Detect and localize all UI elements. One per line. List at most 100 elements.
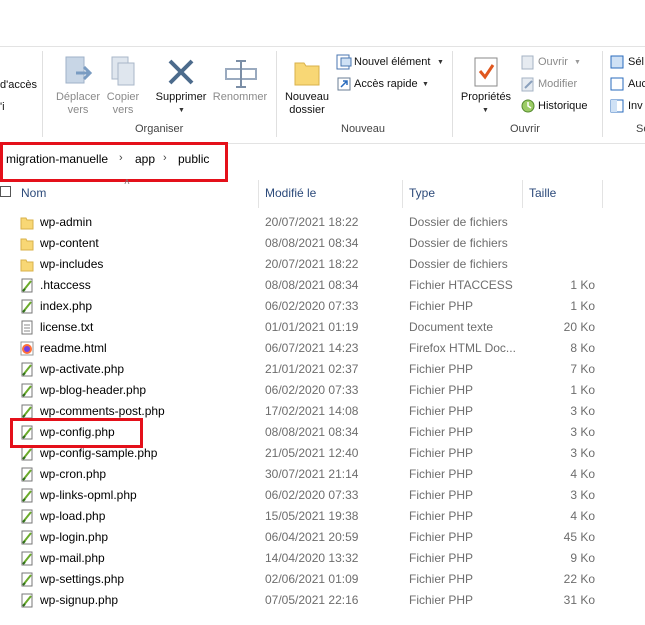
file-row[interactable]: wp-links-opml.php 06/02/2020 07:33 Fichier…: [0, 485, 645, 506]
column-header-modified[interactable]: Modifié le: [265, 186, 316, 200]
file-modified: 06/02/2020 07:33: [265, 299, 359, 313]
deplacer-label-1: Déplacer: [55, 91, 101, 103]
folder-icon: [20, 236, 34, 251]
nouvel-element-button[interactable]: Nouvel élément ▼: [334, 53, 446, 71]
file-size: 1 Ko: [570, 299, 595, 313]
text-file-icon: [20, 320, 34, 335]
column-header-type[interactable]: Type: [409, 186, 435, 200]
file-row[interactable]: wp-login.php 06/04/2021 20:59 Fichier PHP 4…: [0, 527, 645, 548]
ouvrir-group-label: Ouvrir: [510, 123, 540, 135]
file-row[interactable]: wp-cron.php 30/07/2021 21:14 Fichier PHP 4 …: [0, 464, 645, 485]
deplacer-vers-button[interactable]: Déplacer vers: [52, 53, 104, 117]
file-modified: 21/05/2021 12:40: [265, 446, 359, 460]
file-row[interactable]: wp-signup.php 07/05/2021 22:16 Fichier PHP…: [0, 590, 645, 611]
file-type: Document texte: [409, 320, 494, 334]
folder-icon: [20, 215, 34, 230]
column-header-name[interactable]: Nom: [21, 186, 46, 200]
file-row[interactable]: wp-admin 20/07/2021 18:22 Dossier de fichi…: [0, 212, 645, 233]
file-modified: 21/01/2021 02:37: [265, 362, 359, 376]
file-modified: 20/07/2021 18:22: [265, 215, 359, 229]
select-all-checkbox[interactable]: [0, 186, 11, 197]
file-modified: 15/05/2021 19:38: [265, 509, 359, 523]
file-row[interactable]: wp-mail.php 14/04/2020 13:32 Fichier PHP 9 …: [0, 548, 645, 569]
file-row[interactable]: .htaccess 08/08/2021 08:34 Fichier HTACCES…: [0, 275, 645, 296]
select-none-button[interactable]: Auc: [608, 75, 645, 93]
file-size: 20 Ko: [563, 320, 595, 334]
file-row[interactable]: wp-content 08/08/2021 08:34 Dossier de fic…: [0, 233, 645, 254]
invert-selection-label: Inv: [628, 100, 643, 112]
nouvel-element-caret-icon: ▼: [437, 59, 444, 66]
column-header-size[interactable]: Taille: [529, 186, 556, 200]
acces-rapide-caret-icon: ▼: [422, 81, 429, 88]
historique-button[interactable]: Historique: [518, 97, 598, 115]
file-type: Fichier PHP: [409, 425, 474, 439]
supprimer-button[interactable]: Supprimer ▼: [152, 53, 210, 117]
file-name: wp-login.php: [40, 530, 109, 544]
quick-access-icon: [337, 77, 351, 91]
acces-rapide-button[interactable]: Accès rapide ▼: [334, 75, 434, 93]
copy-to-icon: [111, 56, 135, 86]
ouvrir-label: Ouvrir: [538, 56, 568, 68]
renommer-label: Renommer: [212, 91, 268, 103]
copier-label-1: Copier: [106, 91, 140, 103]
file-name: wp-signup.php: [40, 593, 119, 607]
file-modified: 02/06/2021 01:09: [265, 572, 359, 586]
open-icon: [521, 55, 534, 70]
file-row[interactable]: readme.html 06/07/2021 14:23 Firefox HTML …: [0, 338, 645, 359]
file-size: 3 Ko: [570, 404, 595, 418]
deplacer-label-2: vers: [67, 104, 89, 116]
invert-selection-button[interactable]: Inv: [608, 97, 645, 115]
copier-vers-button[interactable]: Copier vers: [100, 53, 146, 117]
ribbon: d'accès 'i Déplacer vers Copier vers Sup…: [0, 46, 645, 144]
proprietes-button[interactable]: Propriétés ▼: [456, 53, 516, 119]
delete-icon: [168, 59, 194, 85]
file-type: Fichier PHP: [409, 362, 474, 376]
select-all-button[interactable]: Sél: [608, 53, 645, 71]
modifier-label: Modifier: [538, 78, 578, 90]
modifier-button[interactable]: Modifier: [518, 75, 594, 93]
file-type: Fichier PHP: [409, 446, 474, 460]
file-row[interactable]: wp-activate.php 21/01/2021 02:37 Fichier P…: [0, 359, 645, 380]
file-row[interactable]: license.txt 01/01/2021 01:19 Document text…: [0, 317, 645, 338]
sort-up-icon: ˄: [124, 177, 130, 188]
file-size: 8 Ko: [570, 341, 595, 355]
properties-icon: [474, 57, 498, 87]
renommer-button[interactable]: Renommer: [210, 53, 270, 103]
copier-label-2: vers: [112, 104, 134, 116]
ouvrir-button[interactable]: Ouvrir ▼: [518, 53, 594, 71]
nouveau-dossier-button[interactable]: Nouveau dossier: [280, 53, 334, 119]
supprimer-label: Supprimer: [155, 91, 207, 103]
file-type: Fichier PHP: [409, 530, 474, 544]
ribbon-partial-left-2: 'i: [0, 101, 5, 113]
wp-config-highlight-box: [10, 418, 143, 448]
file-size: 3 Ko: [570, 425, 595, 439]
file-type: Dossier de fichiers: [409, 236, 508, 250]
nouveau-dossier-label-1: Nouveau: [284, 91, 330, 103]
history-icon: [521, 99, 535, 113]
file-size: 3 Ko: [570, 446, 595, 460]
php-file-icon: [20, 299, 34, 314]
proprietes-caret-icon: ▼: [482, 107, 489, 114]
folder-icon: [20, 257, 34, 272]
file-row[interactable]: wp-load.php 15/05/2021 19:38 Fichier PHP 4 …: [0, 506, 645, 527]
file-modified: 20/07/2021 18:22: [265, 257, 359, 271]
file-row[interactable]: index.php 06/02/2020 07:33 Fichier PHP 1 Ko: [0, 296, 645, 317]
file-type: Dossier de fichiers: [409, 257, 508, 271]
file-modified: 08/08/2021 08:34: [265, 425, 359, 439]
proprietes-label: Propriétés: [460, 91, 512, 103]
php-file-icon: [20, 467, 34, 482]
file-modified: 06/02/2020 07:33: [265, 383, 359, 397]
file-row[interactable]: wp-settings.php 02/06/2021 01:09 Fichier P…: [0, 569, 645, 590]
file-row[interactable]: wp-includes 20/07/2021 18:22 Dossier de fi…: [0, 254, 645, 275]
historique-label: Historique: [538, 100, 588, 112]
file-name: wp-load.php: [40, 509, 106, 523]
select-none-icon: [610, 77, 624, 91]
select-all-icon: [610, 55, 624, 69]
file-row[interactable]: wp-blog-header.php 06/02/2020 07:33 Fichie…: [0, 380, 645, 401]
file-modified: 08/08/2021 08:34: [265, 278, 359, 292]
php-file-icon: [20, 383, 34, 398]
file-name: wp-links-opml.php: [40, 488, 137, 502]
nouvel-element-label: Nouvel élément: [354, 56, 431, 68]
file-type: Fichier PHP: [409, 299, 474, 313]
file-modified: 14/04/2020 13:32: [265, 551, 359, 565]
